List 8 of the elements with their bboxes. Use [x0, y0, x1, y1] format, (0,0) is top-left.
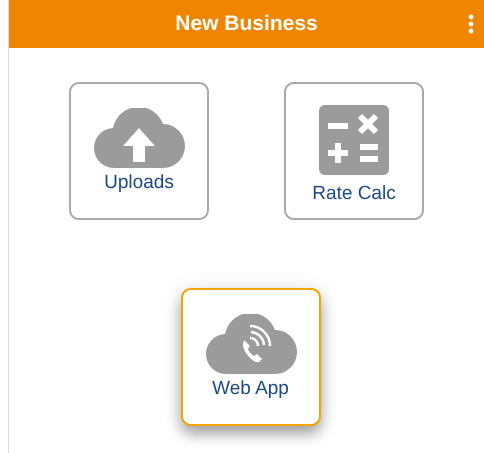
menu-icon[interactable]: [468, 14, 474, 34]
app-tile[interactable]: Uploads: [69, 82, 209, 220]
cloud-phone-icon: [204, 314, 296, 376]
app-tile[interactable]: Web App: [180, 288, 320, 426]
calculator-icon: [319, 105, 389, 175]
page-title: New Business: [175, 12, 318, 36]
cloud-upload-icon: [93, 108, 185, 170]
app-tile[interactable]: Rate Calc: [284, 82, 424, 220]
